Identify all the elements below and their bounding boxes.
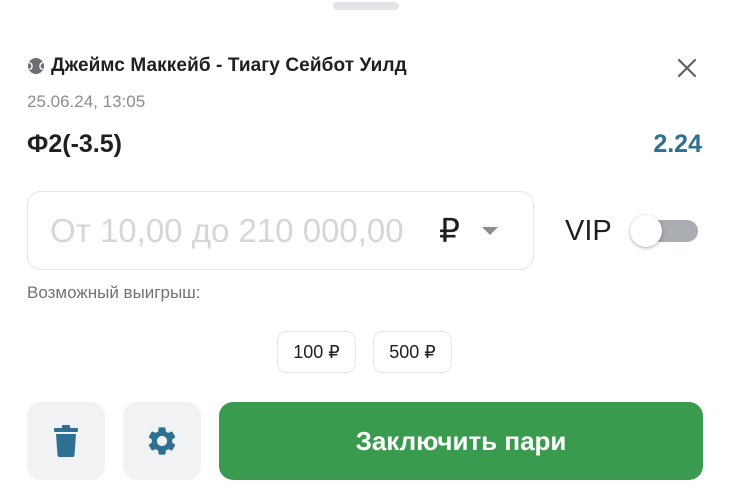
gear-icon <box>148 427 176 455</box>
bet-odds: 2.24 <box>653 130 702 158</box>
quick-amount-500-button[interactable]: 500 ₽ <box>373 331 452 373</box>
bet-name: Ф2(-3.5) <box>27 130 122 158</box>
trash-icon <box>54 425 78 457</box>
delete-button[interactable] <box>27 402 105 480</box>
currency-dropdown-icon[interactable] <box>482 226 498 235</box>
possible-win-label: Возможный выигрыш: <box>27 283 201 302</box>
tennis-ball-icon <box>27 57 45 75</box>
stake-field[interactable]: ₽ <box>27 191 534 270</box>
match-header: Джеймс Маккейб - Тиагу Сейбот Уилд <box>27 55 407 77</box>
close-button[interactable] <box>672 53 702 83</box>
quick-amount-100-button[interactable]: 100 ₽ <box>277 331 356 373</box>
currency-symbol: ₽ <box>439 212 460 249</box>
vip-toggle-knob <box>630 215 662 247</box>
settings-button[interactable] <box>123 402 201 480</box>
vip-toggle[interactable] <box>630 215 698 247</box>
match-date: 25.06.24, 13:05 <box>27 92 146 111</box>
place-bet-button[interactable]: Заключить пари <box>219 402 703 480</box>
drag-handle[interactable] <box>333 2 399 10</box>
stake-input[interactable] <box>50 211 435 250</box>
close-icon <box>677 58 697 78</box>
vip-label: VIP <box>565 215 612 247</box>
match-title: Джеймс Маккейб - Тиагу Сейбот Уилд <box>51 55 407 76</box>
